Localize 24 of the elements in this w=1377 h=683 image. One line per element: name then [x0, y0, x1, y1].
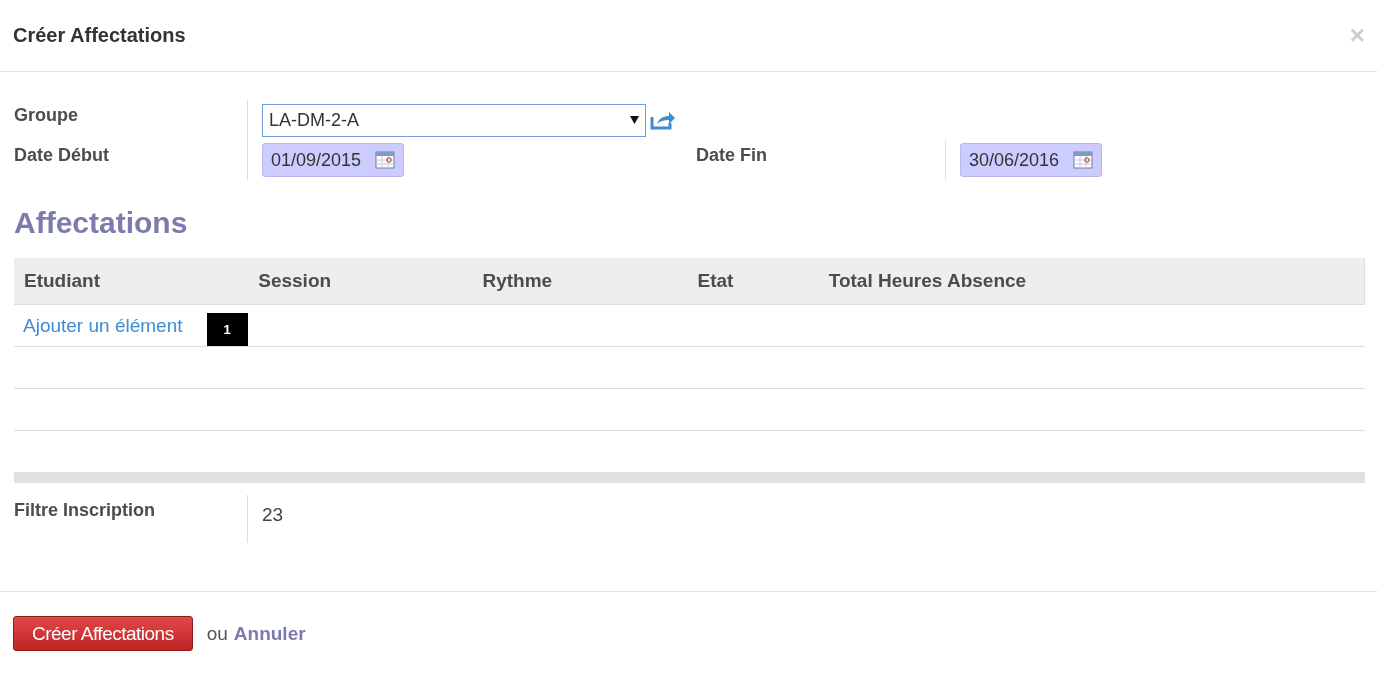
section-title: Affectations: [14, 206, 189, 240]
add-item-link[interactable]: Ajouter un élément: [23, 314, 183, 337]
column-header: Rythme: [472, 258, 688, 305]
column-header: Etat: [687, 258, 819, 305]
marker-badge: 1: [206, 313, 248, 346]
create-button[interactable]: Créer Affectations: [13, 616, 193, 651]
dialog-title: Créer Affectations: [13, 24, 186, 47]
dropdown-caret-icon[interactable]: [630, 116, 639, 124]
separator-text: ou: [206, 622, 228, 645]
group-select[interactable]: LA-DM-2-A: [262, 103, 646, 137]
field-label: Date Début: [14, 140, 248, 180]
field-label: Date Fin: [696, 140, 946, 180]
calendar-icon[interactable]: [375, 151, 396, 169]
date-field[interactable]: 01/09/2015: [262, 143, 405, 177]
external-link-icon[interactable]: [650, 110, 676, 130]
column-header: Total Heures Absence: [818, 258, 1365, 305]
column-header: Session: [248, 258, 473, 305]
cancel-link[interactable]: Annuler: [233, 622, 306, 645]
field-label: Groupe: [14, 100, 248, 140]
column-header: Etudiant: [14, 258, 249, 305]
field-value: 23: [261, 503, 285, 527]
date-field[interactable]: 30/06/2016: [960, 143, 1103, 177]
field-label: Filtre Inscription: [14, 495, 248, 543]
calendar-icon[interactable]: [1073, 151, 1094, 169]
